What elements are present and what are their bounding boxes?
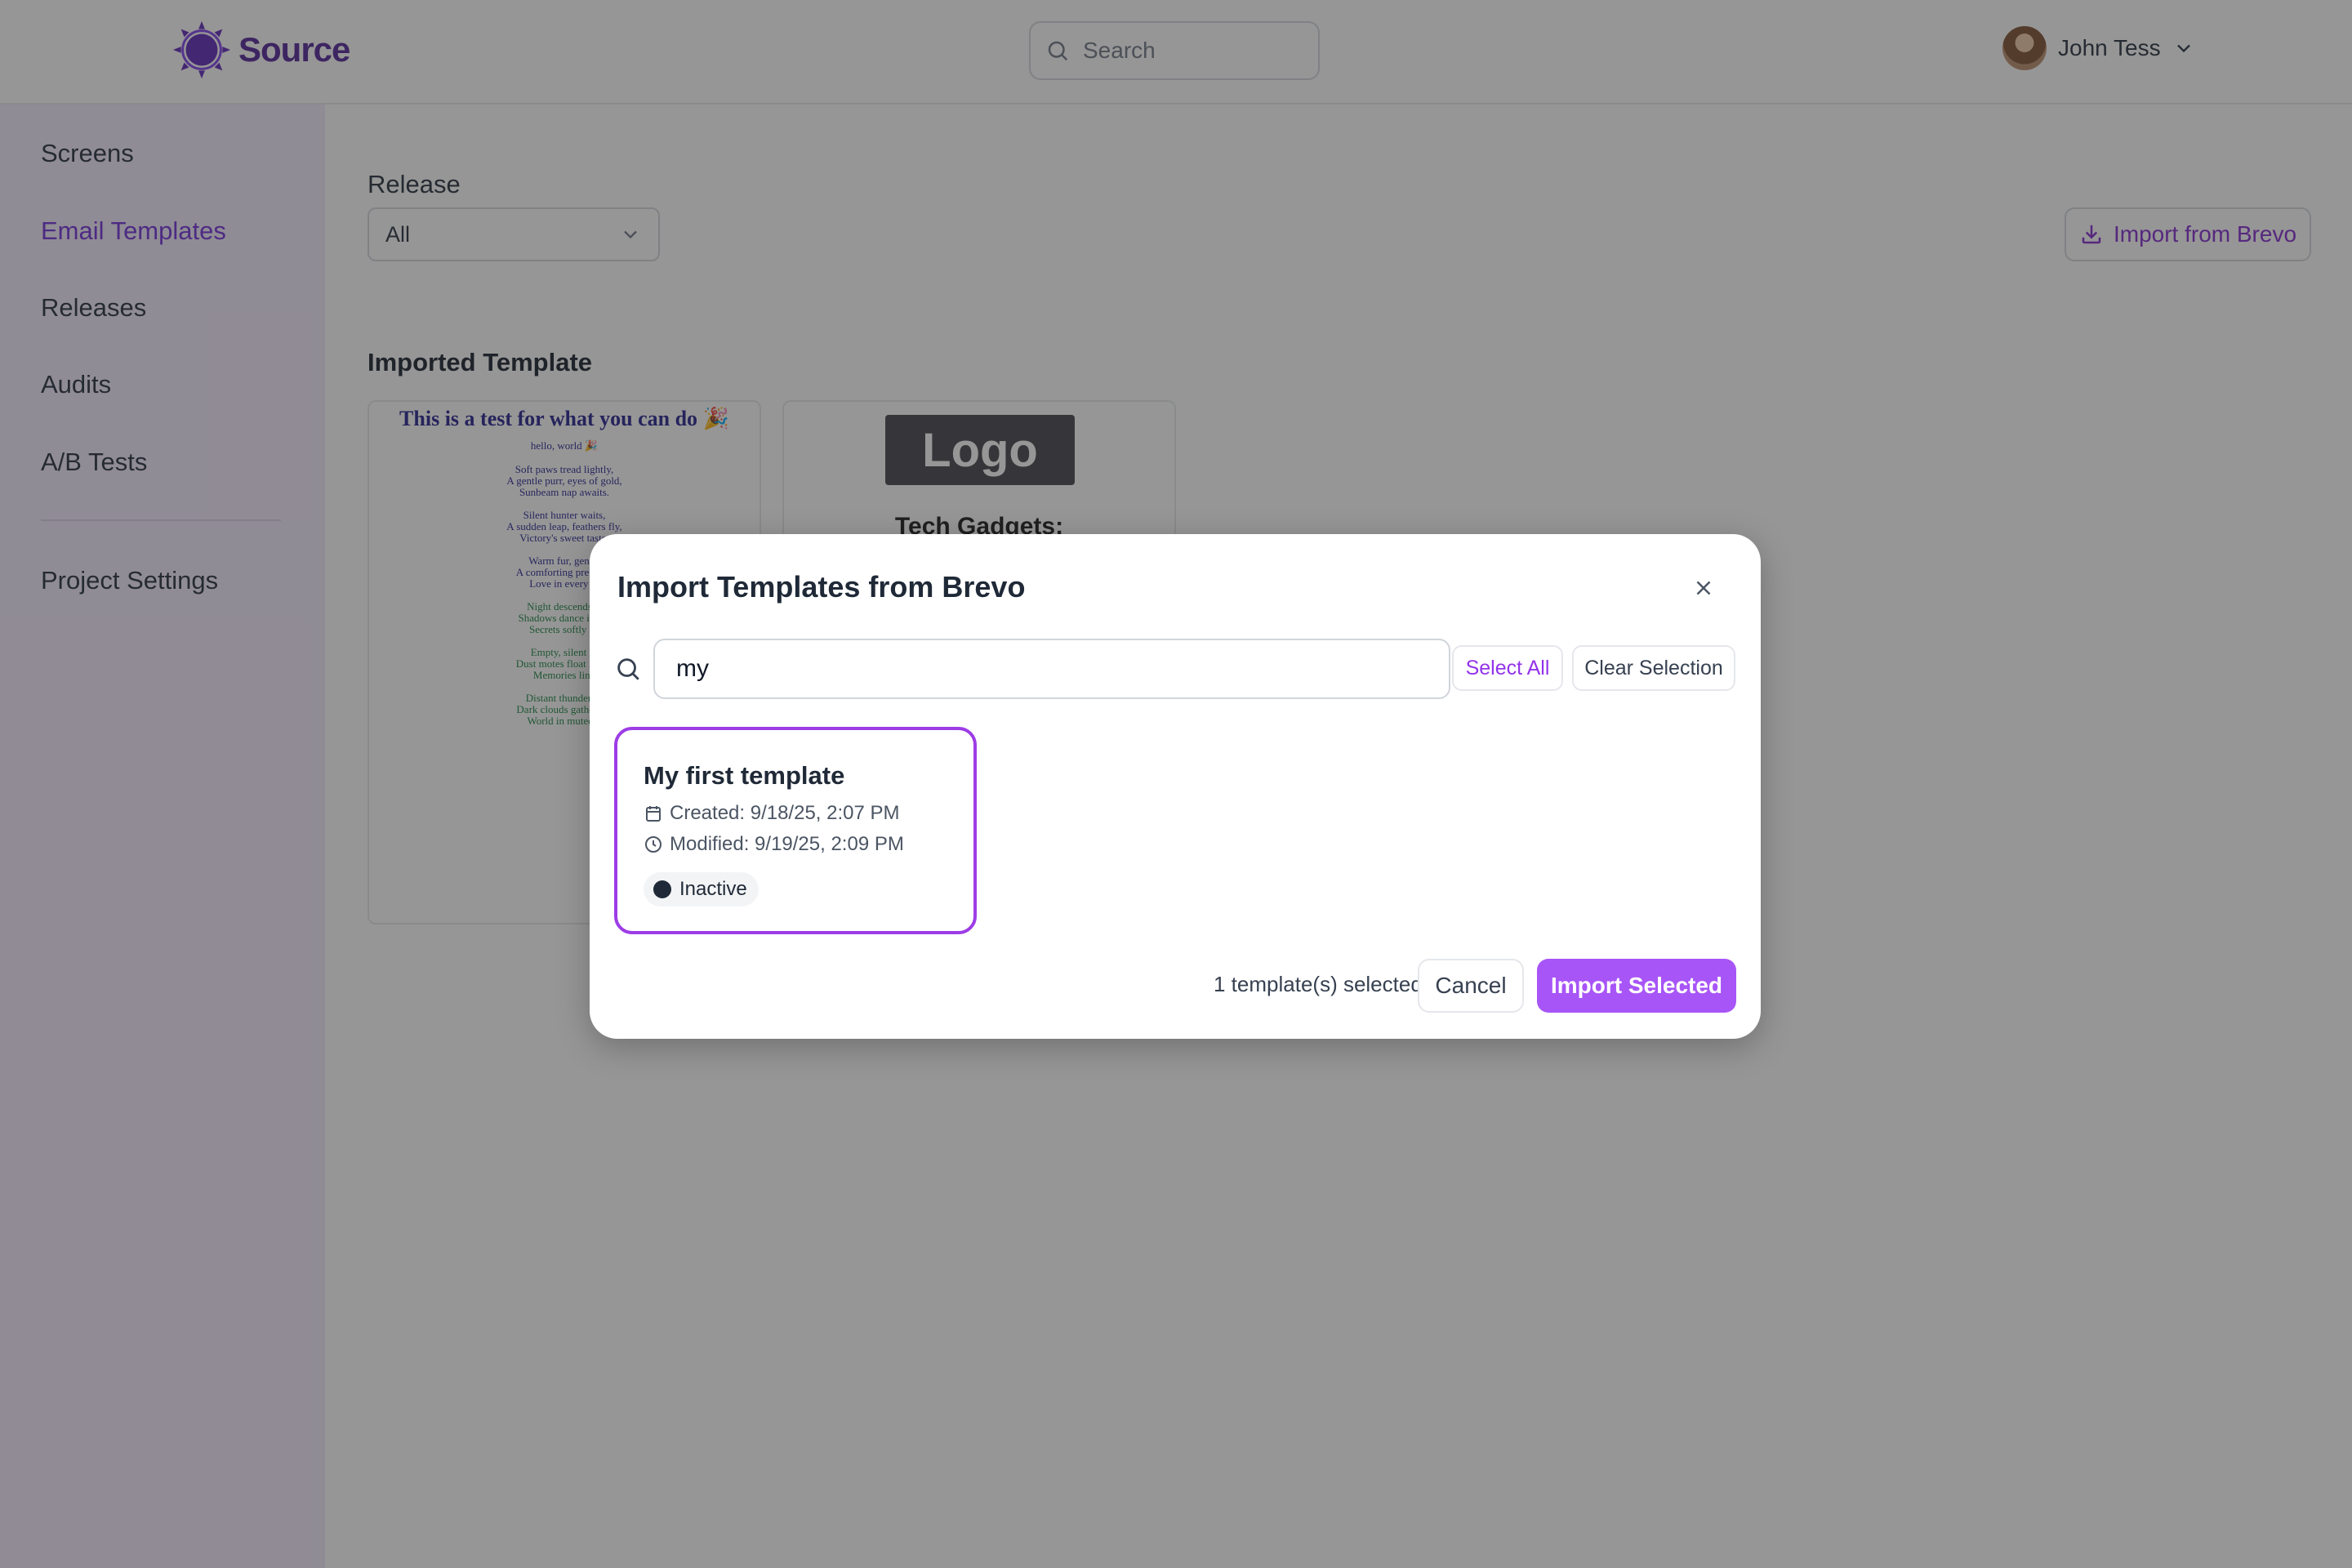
cancel-button[interactable]: Cancel [1418, 959, 1524, 1013]
template-search-input[interactable] [653, 639, 1450, 699]
template-modified: Modified: 9/19/25, 2:09 PM [644, 833, 904, 856]
status-badge: Inactive [644, 872, 759, 906]
status-dot-icon [653, 880, 671, 898]
template-modified-text: Modified: 9/19/25, 2:09 PM [670, 833, 904, 855]
import-templates-modal: Import Templates from Brevo Select All C… [590, 534, 1761, 1039]
template-created-text: Created: 9/18/25, 2:07 PM [670, 802, 900, 824]
status-label: Inactive [679, 878, 747, 900]
template-name: My first template [644, 761, 845, 790]
modal-title: Import Templates from Brevo [617, 570, 1026, 604]
selected-count: 1 template(s) selected [1214, 972, 1423, 996]
search-icon [617, 658, 639, 680]
clear-selection-button[interactable]: Clear Selection [1572, 645, 1735, 691]
clock-icon [645, 836, 662, 853]
template-option-card[interactable]: My first template Created: 9/18/25, 2:07… [614, 727, 977, 934]
template-created: Created: 9/18/25, 2:07 PM [644, 802, 900, 825]
select-all-button[interactable]: Select All [1452, 645, 1563, 691]
close-icon [1696, 581, 1711, 595]
import-selected-button[interactable]: Import Selected [1537, 959, 1736, 1013]
close-button[interactable] [1687, 572, 1720, 604]
app-root: Source Search John Tess Screens Email Te… [0, 0, 2352, 1568]
calendar-icon [646, 806, 661, 822]
